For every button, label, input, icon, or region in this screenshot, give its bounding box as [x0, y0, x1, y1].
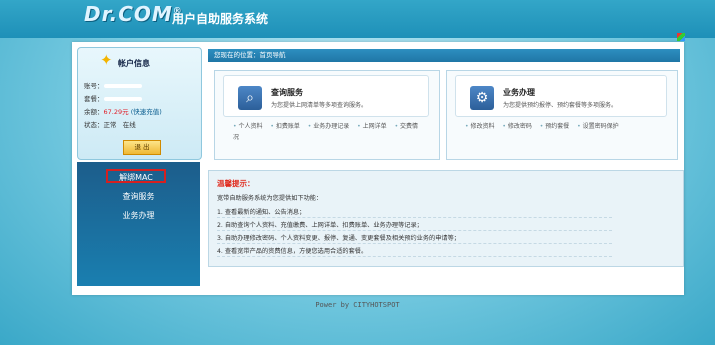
query-service-box: ⌕ 查询服务 为您提供上网清单等多项查询服务。 个人资料 扣费账单 业务办理记录… — [214, 70, 440, 160]
business-service-desc: 为您提供预约报停、预约套餐等多项服务。 — [503, 102, 618, 109]
recharge-link[interactable]: (快速充值) — [131, 108, 162, 116]
link-change-password[interactable]: 修改密码 — [502, 123, 531, 130]
menu-item-query[interactable]: 查询服务 — [77, 191, 200, 202]
app-corner-icon[interactable] — [677, 33, 685, 41]
menu-item-unbind-mac[interactable]: 解绑MAC — [106, 169, 166, 183]
breadcrumb: 您现在的位置：首页导航 — [208, 49, 680, 62]
account-row: 账号： — [84, 80, 142, 90]
footer-credit: Power by CITYHOTSPOT — [315, 301, 400, 309]
business-service-title: 业务办理 — [503, 88, 535, 97]
package-row: 套餐： — [84, 93, 142, 103]
business-service-card[interactable]: ⚙ 业务办理 为您提供预约报停、预约套餐等多项服务。 — [455, 75, 667, 117]
query-service-desc: 为您提供上网清单等多项查询服务。 — [271, 102, 368, 109]
menu-item-business[interactable]: 业务办理 — [77, 210, 200, 221]
tips-item: 2. 自助查询个人资料、充值缴费、上网详单、扣费账单、业务办理等记录； — [217, 220, 612, 231]
tips-title: 温馨提示： — [217, 179, 255, 188]
tips-item: 4. 查看宽带产品的资费信息，方便您选用合适的套餐。 — [217, 246, 612, 257]
link-business-records[interactable]: 业务办理记录 — [308, 123, 349, 130]
system-title: 用户自助服务系统 — [172, 12, 269, 26]
tips-intro: 宽带自助服务系统为您提供如下功能： — [217, 195, 323, 202]
side-menu: 解绑MAC 查询服务 业务办理 — [77, 162, 200, 286]
tips-item: 1. 查看最新的通知、公告消息； — [217, 207, 612, 218]
link-billing[interactable]: 扣费账单 — [270, 123, 299, 130]
query-service-card[interactable]: ⌕ 查询服务 为您提供上网清单等多项查询服务。 — [223, 75, 429, 117]
link-reserve-package[interactable]: 预约套餐 — [540, 123, 569, 130]
account-info-box: ✦ 帐户信息 账号： 套餐： 余额：67.29元 (快速充值) 状态：正常 在线… — [77, 47, 202, 160]
query-service-title: 查询服务 — [271, 88, 303, 97]
search-icon: ⌕ — [238, 86, 262, 110]
account-title: 帐户信息 — [118, 59, 150, 68]
business-service-links: 修改资料 修改密码 预约套餐 设置密码保护 — [465, 121, 665, 132]
tips-item: 3. 自助办理修改密码、个人资料变更、报停、复通、变更套餐及相关预约业务的申请等… — [217, 233, 612, 244]
link-online-details[interactable]: 上网详单 — [357, 123, 386, 130]
link-personal-info[interactable]: 个人资料 — [233, 123, 262, 130]
link-edit-profile[interactable]: 修改资料 — [465, 123, 494, 130]
masked-package — [103, 97, 142, 101]
query-service-links: 个人资料 扣费账单 业务办理记录 上网详单 交费情况 — [233, 121, 427, 143]
gear-icon: ⚙ — [470, 86, 494, 110]
link-password-protection[interactable]: 设置密码保护 — [577, 123, 618, 130]
masked-account — [103, 84, 142, 88]
header-bar: Dr.COM® 用户自助服务系统 — [0, 0, 715, 38]
balance-row: 余额：67.29元 (快速充值) — [84, 108, 162, 116]
business-service-box: ⚙ 业务办理 为您提供预约报停、预约套餐等多项服务。 修改资料 修改密码 预约套… — [446, 70, 678, 160]
logout-button[interactable]: 退 出 — [123, 140, 161, 155]
star-icon: ✦ — [100, 51, 113, 69]
tips-box: 温馨提示： 宽带自助服务系统为您提供如下功能： 1. 查看最新的通知、公告消息；… — [208, 170, 684, 267]
logo: Dr.COM® — [84, 2, 183, 26]
status-row: 状态：正常 在线 — [84, 121, 136, 129]
